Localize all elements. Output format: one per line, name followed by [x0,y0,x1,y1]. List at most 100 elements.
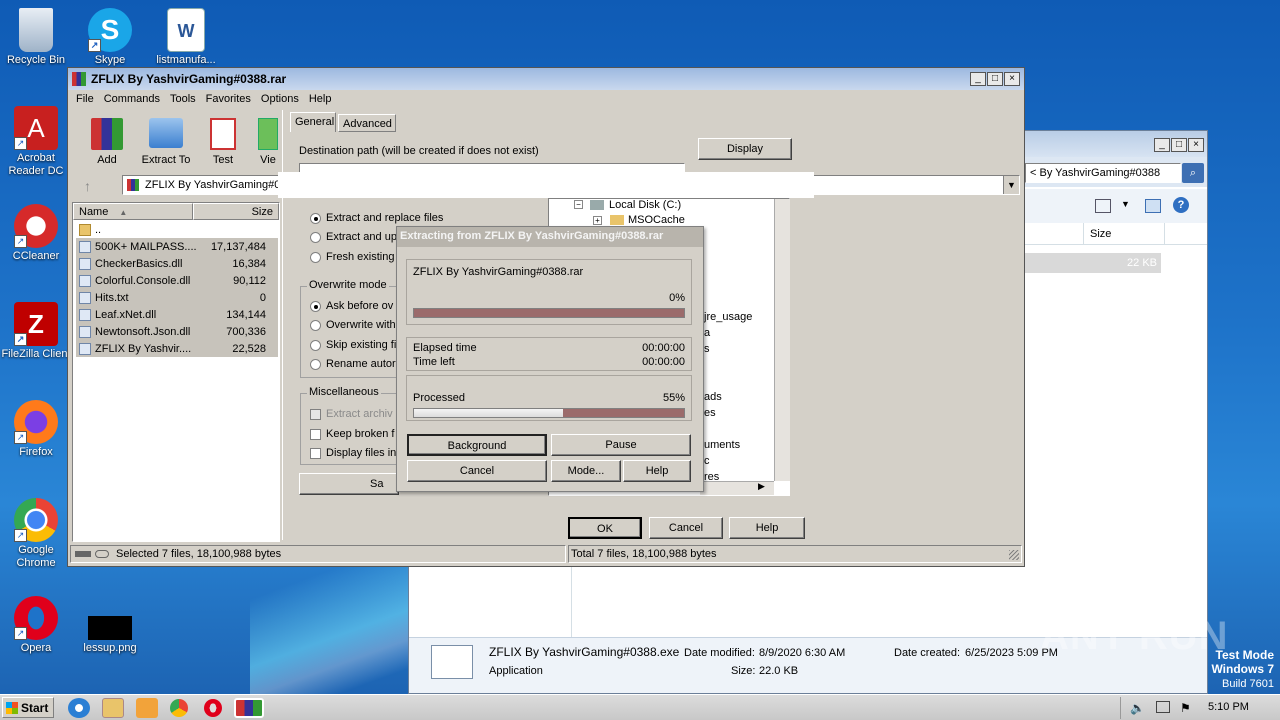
desktop-icon-recycle-bin[interactable]: Recycle Bin [0,8,72,67]
desktop-icon-filezilla[interactable]: Z ↗ FileZilla Client [0,302,72,361]
desktop-icon-ccleaner[interactable]: ↗ CCleaner [0,204,72,263]
progress-cancel-button[interactable]: Cancel [407,460,547,482]
tab-advanced[interactable]: Advanced [338,114,396,132]
menu-file[interactable]: File [76,93,94,105]
pause-button[interactable]: Pause [551,434,691,456]
winrar-titlebar[interactable]: ZFLIX By YashvirGaming#0388.rar [68,68,1024,90]
background-button[interactable]: Background [407,434,547,456]
menu-bar: File Commands Tools Favorites Options He… [68,90,1024,108]
check-display-files[interactable]: Display files in [310,447,396,459]
menu-favorites[interactable]: Favorites [206,93,251,105]
file-size: 134,144 [226,308,266,321]
tree-expander-icon[interactable]: − [574,200,583,209]
chevron-down-icon[interactable]: ▼ [1121,199,1130,209]
explorer-search-input[interactable]: < By YashvirGaming#0388 [1025,163,1181,183]
desktop-icon-opera[interactable]: ↗ Opera [0,596,72,655]
progress-help-button[interactable]: Help [623,460,691,482]
address-dropdown-icon[interactable]: ▼ [1003,176,1019,194]
search-icon[interactable]: ⌕ [1182,163,1204,183]
mode-button[interactable]: Mode... [551,460,621,482]
close-button[interactable]: × [1004,72,1022,86]
file-row[interactable]: Newtonsoft.Json.dll 700,336 [76,323,278,340]
radio-extract-replace[interactable]: Extract and replace files [310,212,443,224]
menu-options[interactable]: Options [261,93,299,105]
menu-help[interactable]: Help [309,93,332,105]
display-button[interactable]: Display [698,138,792,160]
ie-icon[interactable] [68,698,90,718]
tree-item-jre-usage[interactable]: jre_usage [704,311,752,323]
processed-group: Processed 55% [406,375,692,421]
toolbar-test-button[interactable]: Test [202,118,244,166]
file-row[interactable]: Hits.txt 0 [76,289,278,306]
tree-item[interactable]: uments [704,439,740,451]
desktop-icon-firefox[interactable]: ↗ Firefox [0,400,72,459]
desktop-icon-skype[interactable]: S ↗ Skype [74,8,146,67]
view-options-icon[interactable] [1095,199,1111,213]
check-keep-broken[interactable]: Keep broken f [310,428,395,440]
file-row[interactable]: Leaf.xNet.dll 134,144 [76,306,278,323]
progress-dialog-titlebar[interactable]: Extracting from ZFLIX By YashvirGaming#0… [397,227,703,247]
menu-commands[interactable]: Commands [104,93,160,105]
maximize-button[interactable]: □ [987,72,1005,86]
check-extract-archives[interactable]: Extract archiv [310,408,393,420]
start-button[interactable]: Start [2,697,54,718]
minimize-button[interactable]: _ [970,72,988,86]
flag-icon[interactable]: ⚑ [1180,701,1191,715]
clock[interactable]: 5:10 PM [1208,701,1249,713]
tree-item[interactable]: c [704,455,710,467]
toolbar-add-button[interactable]: Add [86,118,128,166]
scroll-right-icon[interactable]: ▶ [758,481,765,492]
desktop-icon-word-doc[interactable]: W listmanufa... [150,8,222,67]
file-row[interactable]: CheckerBasics.dll 16,384 [76,255,278,272]
tree-item-msocache[interactable]: MSOCache [628,214,685,226]
volume-icon[interactable]: 🔈 [1130,701,1145,715]
file-row[interactable]: .. [76,221,278,238]
column-size-header[interactable]: Size [193,203,279,220]
up-arrow-icon[interactable]: ↑ [84,178,91,194]
radio-overwrite-without[interactable]: Overwrite with [310,319,396,331]
progress-dialog[interactable]: Extracting from ZFLIX By YashvirGaming#0… [396,226,704,492]
explorer-close-button[interactable]: × [1188,138,1206,152]
desktop-icon-acrobat[interactable]: A ↗ Acrobat Reader DC [0,106,72,178]
network-icon[interactable] [1156,701,1170,713]
explorer-maximize-button[interactable]: □ [1171,138,1189,152]
tree-item[interactable]: ads [704,391,722,403]
file-explorer-icon[interactable] [102,698,124,718]
tree-expander-icon[interactable]: + [593,216,602,225]
desktop-icon-chrome[interactable]: ↗ Google Chrome [0,498,72,570]
toolbar-view-button[interactable]: Vie [256,118,280,166]
tree-item[interactable]: es [704,407,716,419]
cancel-button[interactable]: Cancel [649,517,723,539]
file-row[interactable]: 500K+ MAILPASS.... 17,137,484 [76,238,278,255]
menu-tools[interactable]: Tools [170,93,196,105]
help-button[interactable]: Help [729,517,805,539]
radio-fresh-existing[interactable]: Fresh existing [310,251,394,263]
processed-progress-bar [413,408,685,418]
tree-vertical-scrollbar[interactable] [774,199,790,481]
tab-general[interactable]: General [290,112,336,132]
media-player-icon[interactable] [136,698,158,718]
preview-pane-icon[interactable] [1145,199,1161,213]
ok-button[interactable]: OK [568,517,642,539]
opera-taskbar-icon[interactable] [204,699,222,717]
toolbar-extract-button[interactable]: Extract To [138,118,194,166]
file-row[interactable]: ZFLIX By Yashvir.... 22,528 [76,340,278,357]
desktop-icon-lessup[interactable]: lessup.png [74,606,146,655]
file-icon [79,257,91,270]
explorer-size-column[interactable]: Size [1083,223,1165,245]
file-row[interactable]: Colorful.Console.dll 90,112 [76,272,278,289]
tree-item-local-disk[interactable]: Local Disk (C:) [609,199,681,211]
tree-item[interactable]: a [704,327,710,339]
winrar-taskbar-button[interactable] [234,698,264,718]
chrome-taskbar-icon[interactable] [170,699,188,717]
explorer-minimize-button[interactable]: _ [1154,138,1172,152]
resize-grip-icon[interactable] [1009,550,1019,560]
help-icon[interactable]: ? [1173,197,1189,213]
radio-skip-existing[interactable]: Skip existing fi [310,339,396,351]
column-name-header[interactable]: Name ▲ [73,203,193,220]
save-settings-button[interactable]: Sa [299,473,399,495]
radio-extract-update[interactable]: Extract and up [310,231,397,243]
radio-ask-before[interactable]: Ask before ov [310,300,393,312]
tree-item[interactable]: s [704,343,710,355]
radio-rename-auto[interactable]: Rename autor [310,358,396,370]
